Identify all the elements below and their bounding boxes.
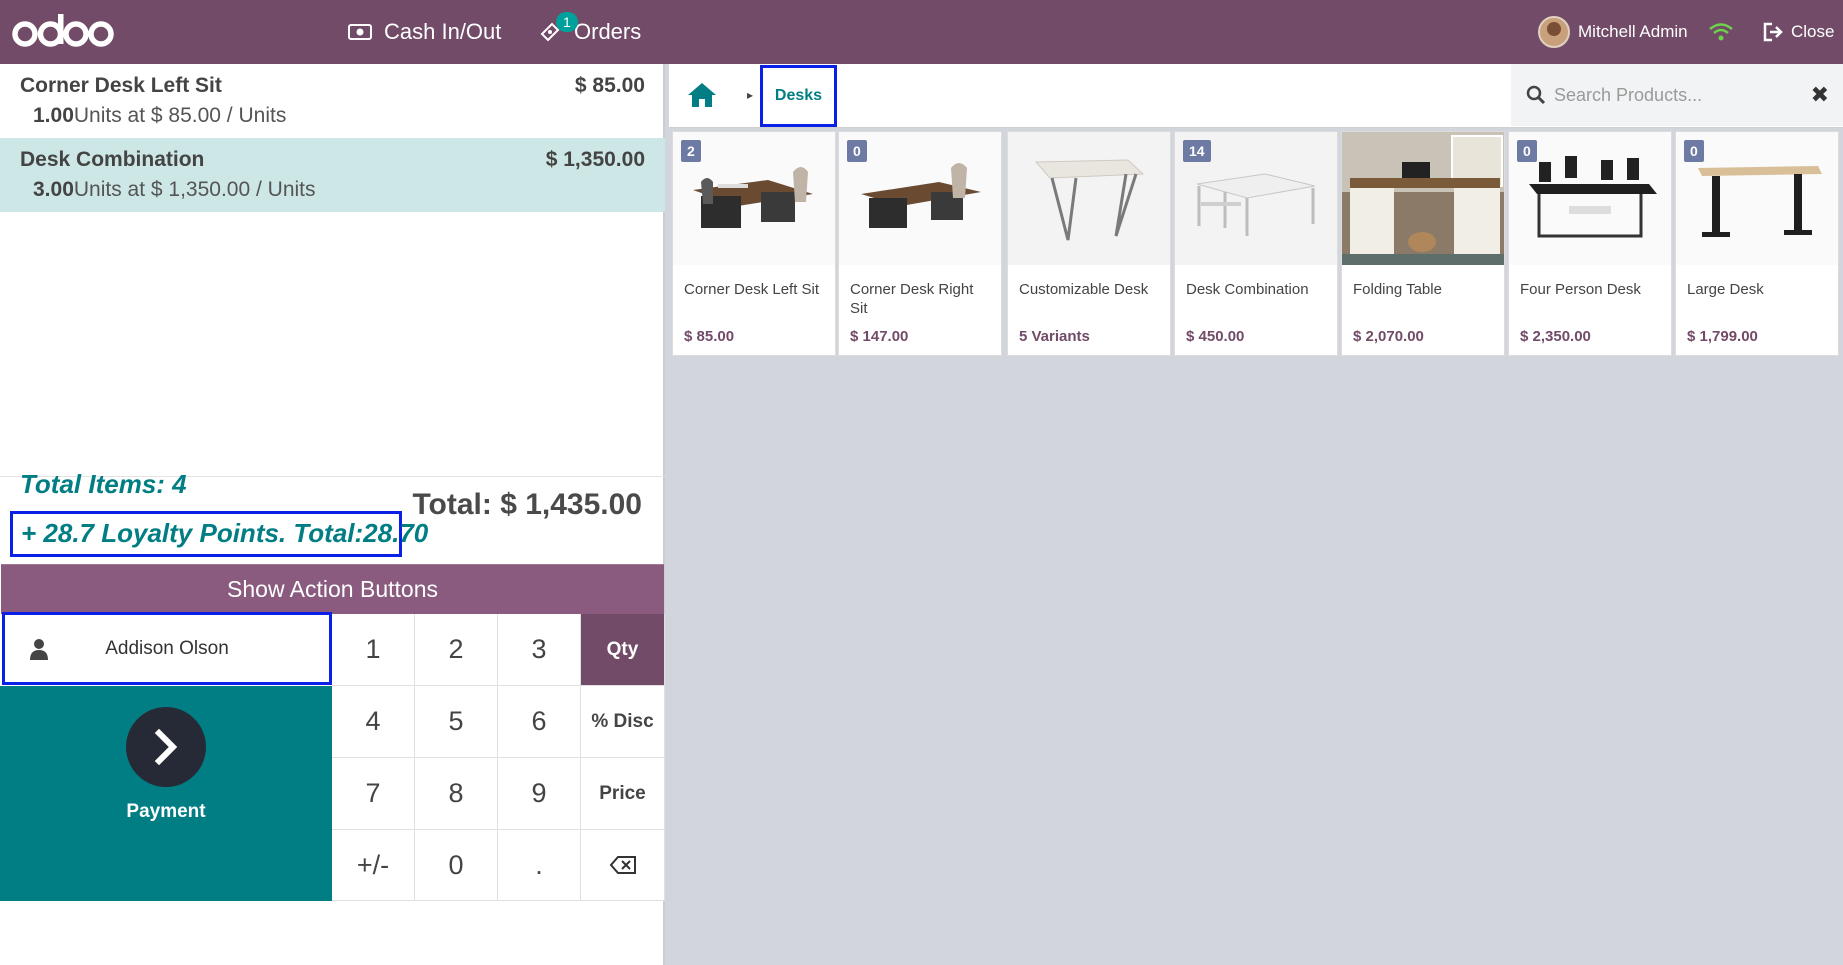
order-line-qty: 3.00 (33, 178, 74, 201)
orders-label: Orders (574, 19, 642, 44)
order-line-price: $ 1,350.00 (545, 148, 645, 171)
user-menu[interactable]: Mitchell Admin (1538, 0, 1688, 64)
product-card[interactable]: 0 Large Desk $ 1,799.00 (1675, 131, 1839, 356)
total-items: Total Items: 4 (20, 469, 187, 499)
product-card[interactable]: 0 Corner Desk Right Sit $ 147.00 (838, 131, 1002, 356)
product-card[interactable]: 0 Four Person Desk $ 2,350.00 (1508, 131, 1672, 356)
product-card[interactable]: Folding Table $ 2,070.00 (1341, 131, 1505, 356)
payment-label: Payment (126, 801, 206, 822)
discount-mode-button[interactable]: % Disc (581, 686, 665, 758)
product-stock-badge: 14 (1183, 140, 1211, 162)
top-bar: Cash In/Out 1 Orders Mitchell Admin Clos… (0, 0, 1843, 64)
numpad-key-plus-minus[interactable]: +/- (332, 830, 415, 901)
product-image (1342, 132, 1504, 265)
product-stock-badge: 0 (1684, 140, 1704, 162)
breadcrumb-desks[interactable]: Desks (760, 65, 837, 127)
numpad-key-1[interactable]: 1 (332, 614, 415, 686)
order-line[interactable]: Corner Desk Left Sit $ 85.00 1.00Units a… (0, 64, 665, 138)
order-line-info: 3.00Units at $ 1,350.00 / Units (33, 178, 316, 202)
close-button[interactable]: Close (1763, 0, 1834, 64)
order-line-qty: 1.00 (33, 104, 74, 127)
home-icon[interactable] (687, 82, 717, 108)
backspace-icon (609, 856, 636, 874)
product-name: Customizable Desk (1019, 281, 1149, 298)
payment-button[interactable]: Payment (0, 686, 332, 901)
order-line-info: 1.00Units at $ 85.00 / Units (33, 104, 286, 128)
product-stock-badge: 2 (681, 140, 701, 162)
product-price: $ 450.00 (1186, 328, 1245, 345)
qty-mode-button[interactable]: Qty (581, 614, 665, 686)
search-input[interactable] (1554, 84, 1804, 106)
product-name: Corner Desk Right Sit (850, 281, 974, 317)
product-stock-badge: 0 (847, 140, 867, 162)
numpad: 1 2 3 Qty 4 5 6 % Disc 7 8 9 Price +/- 0… (332, 614, 665, 901)
avatar (1538, 16, 1570, 48)
numpad-key-8[interactable]: 8 (415, 758, 498, 830)
user-name: Mitchell Admin (1578, 22, 1688, 41)
order-line-name: Corner Desk Left Sit (20, 74, 222, 97)
product-price: $ 1,799.00 (1687, 328, 1758, 345)
product-card[interactable]: 14 Desk Combination $ 450.00 (1174, 131, 1338, 356)
customer-name: Addison Olson (105, 637, 229, 659)
product-image (1008, 132, 1170, 265)
order-line-unit-info: Units at $ 1,350.00 / Units (73, 178, 316, 201)
price-mode-button[interactable]: Price (581, 758, 665, 830)
order-line-unit-info: Units at $ 85.00 / Units (73, 104, 287, 127)
numpad-key-4[interactable]: 4 (332, 686, 415, 758)
search-icon (1526, 85, 1546, 105)
wifi-icon (1708, 0, 1746, 64)
close-label: Close (1791, 22, 1835, 41)
numpad-key-2[interactable]: 2 (415, 614, 498, 686)
product-price: $ 2,350.00 (1520, 328, 1591, 345)
numpad-key-3[interactable]: 3 (498, 614, 581, 686)
product-price: $ 85.00 (684, 328, 735, 345)
product-card[interactable]: 2 Corner Desk Left Sit $ 85.00 (672, 131, 836, 356)
numpad-key-5[interactable]: 5 (415, 686, 498, 758)
sign-out-icon (1763, 22, 1783, 42)
orders-button[interactable]: 1 Orders (538, 0, 641, 64)
odoo-logo (12, 14, 114, 47)
product-name: Corner Desk Left Sit (684, 281, 820, 298)
product-name: Four Person Desk (1520, 281, 1641, 298)
product-name: Folding Table (1353, 281, 1442, 298)
product-price: 5 Variants (1019, 328, 1090, 345)
loyalty-points: + 28.7 Loyalty Points. Total:28.70 (10, 511, 428, 557)
numpad-key-6[interactable]: 6 (498, 686, 581, 758)
product-price: $ 147.00 (850, 328, 909, 345)
product-list: 2 Corner Desk Left Sit $ 85.00 0 Corner … (672, 131, 1843, 357)
order-line-name: Desk Combination (20, 148, 205, 171)
show-action-buttons-button[interactable]: Show Action Buttons (1, 564, 664, 614)
product-card[interactable]: Customizable Desk 5 Variants (1007, 131, 1171, 356)
numpad-key-9[interactable]: 9 (498, 758, 581, 830)
orders-count-badge: 1 (556, 12, 578, 32)
cash-in-out-label: Cash In/Out (384, 19, 502, 44)
order-line-price: $ 85.00 (574, 74, 645, 97)
product-stock-badge: 0 (1517, 140, 1537, 162)
backspace-button[interactable] (581, 830, 665, 901)
order-line-selected[interactable]: Desk Combination $ 1,350.00 3.00Units at… (0, 138, 665, 212)
cash-in-out-button[interactable]: Cash In/Out (348, 0, 501, 64)
money-icon (348, 24, 372, 40)
product-name: Large Desk (1687, 281, 1764, 298)
close-icon[interactable]: ✖ (1811, 82, 1829, 108)
product-name: Desk Combination (1186, 281, 1309, 298)
search-field: ✖ (1511, 64, 1843, 126)
numpad-key-0[interactable]: 0 (415, 830, 498, 901)
numpad-key-decimal[interactable]: . (498, 830, 581, 901)
caret-right-icon: ▸ (747, 88, 754, 102)
product-search-bar: ▸ Desks ✖ (669, 64, 1843, 128)
chevron-right-icon (126, 707, 206, 787)
customer-button[interactable]: Addison Olson (2, 612, 332, 685)
order-total: Total: $ 1,435.00 (412, 488, 642, 521)
numpad-key-7[interactable]: 7 (332, 758, 415, 830)
product-price: $ 2,070.00 (1353, 328, 1424, 345)
